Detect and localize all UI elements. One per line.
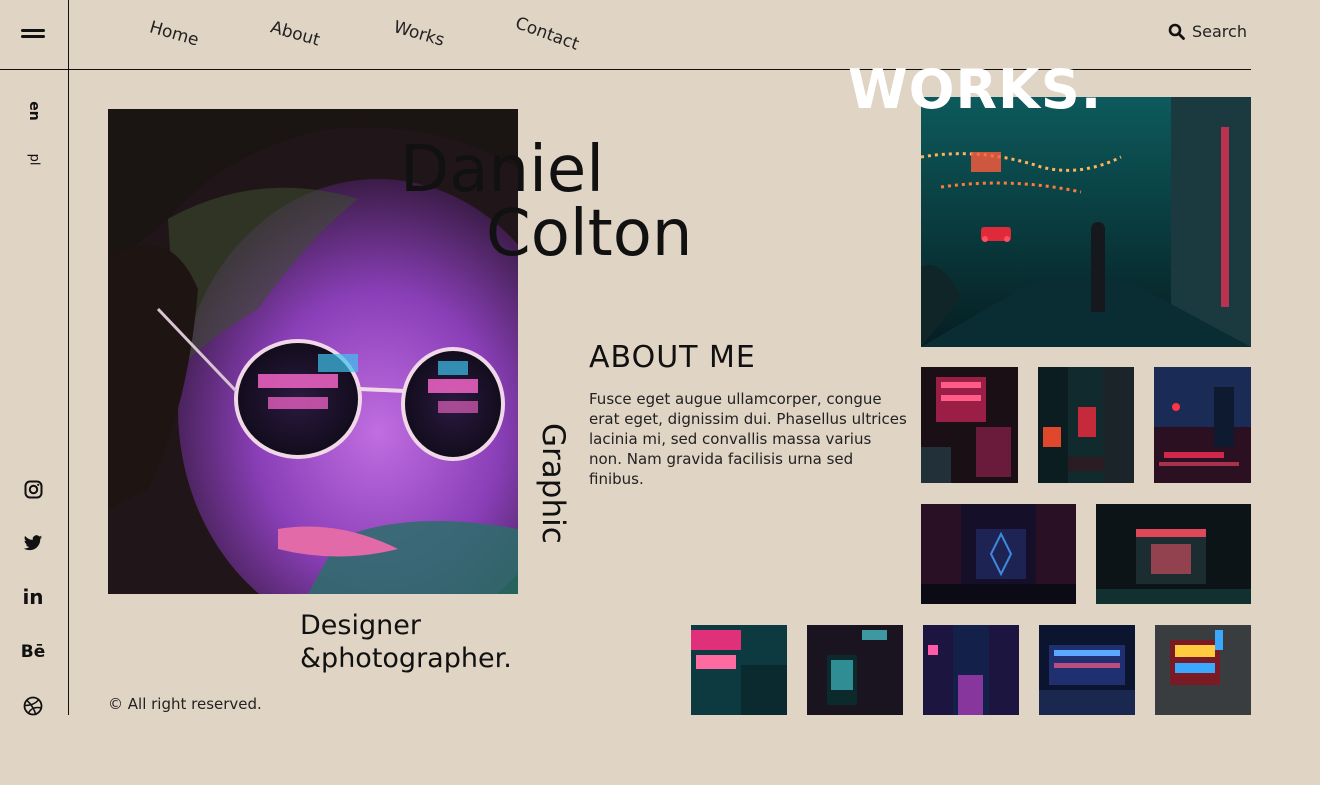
search-button[interactable]: Search <box>1168 22 1247 41</box>
work-thumbnail[interactable] <box>807 625 903 715</box>
intersection-image <box>1154 367 1251 483</box>
role-line-1: Designer <box>300 610 421 641</box>
nav-home[interactable]: Home <box>147 17 201 50</box>
work-thumbnail[interactable] <box>1155 625 1251 715</box>
instagram-link[interactable] <box>20 476 46 502</box>
shop-front-image <box>1096 504 1251 604</box>
last-name: Colton <box>486 197 693 271</box>
work-thumbnail[interactable] <box>1154 367 1251 483</box>
language-pl[interactable]: pl <box>27 144 42 176</box>
first-name: Daniel <box>400 133 604 207</box>
linkedin-link[interactable]: in <box>20 584 46 610</box>
search-icon <box>1168 23 1185 40</box>
nav-contact[interactable]: Contact <box>513 13 582 54</box>
sidebar-divider <box>68 0 69 715</box>
about-title: ABOUT ME <box>589 340 756 375</box>
pink-sign-image <box>691 625 787 715</box>
role-tagline: Designer &photographer. <box>300 609 512 675</box>
work-thumbnail[interactable] <box>921 504 1076 604</box>
behance-icon: Bē <box>20 642 46 662</box>
work-thumbnail[interactable] <box>921 97 1251 347</box>
work-thumbnail[interactable] <box>691 625 787 715</box>
work-thumbnail[interactable] <box>1038 367 1134 483</box>
twitter-icon <box>23 534 43 550</box>
menu-icon[interactable] <box>21 27 45 41</box>
dribbble-link[interactable] <box>20 693 46 719</box>
instagram-icon <box>24 480 42 498</box>
dribbble-icon <box>23 696 43 716</box>
copyright: © All right reserved. <box>108 695 262 713</box>
linkedin-icon: in <box>22 585 44 609</box>
crossing-image <box>1039 625 1135 715</box>
tower-sign-image <box>1155 625 1251 715</box>
behance-link[interactable]: Bē <box>20 639 46 665</box>
work-thumbnail[interactable] <box>1096 504 1251 604</box>
twitter-link[interactable] <box>20 530 46 556</box>
work-thumbnail[interactable] <box>923 625 1019 715</box>
nav-about[interactable]: About <box>268 17 322 50</box>
role-line-2: &photographer. <box>300 643 512 674</box>
alley-image <box>923 625 1019 715</box>
city-street-image <box>1038 367 1134 483</box>
hero-name: Daniel Colton <box>400 138 692 266</box>
vertical-title: Graphic <box>535 423 571 544</box>
neon-tunnel-image <box>921 504 1076 604</box>
search-label: Search <box>1192 22 1247 41</box>
language-en[interactable]: en <box>26 95 42 127</box>
work-thumbnail[interactable] <box>1039 625 1135 715</box>
nav-works[interactable]: Works <box>391 17 446 51</box>
about-text: Fusce eget augue ullamcorper, congue era… <box>589 390 907 488</box>
vending-machine-image <box>807 625 903 715</box>
neon-sign-image <box>921 367 1018 483</box>
street-night-image <box>921 97 1251 347</box>
work-thumbnail[interactable] <box>921 367 1018 483</box>
works-title: WORKS. <box>848 58 1103 121</box>
